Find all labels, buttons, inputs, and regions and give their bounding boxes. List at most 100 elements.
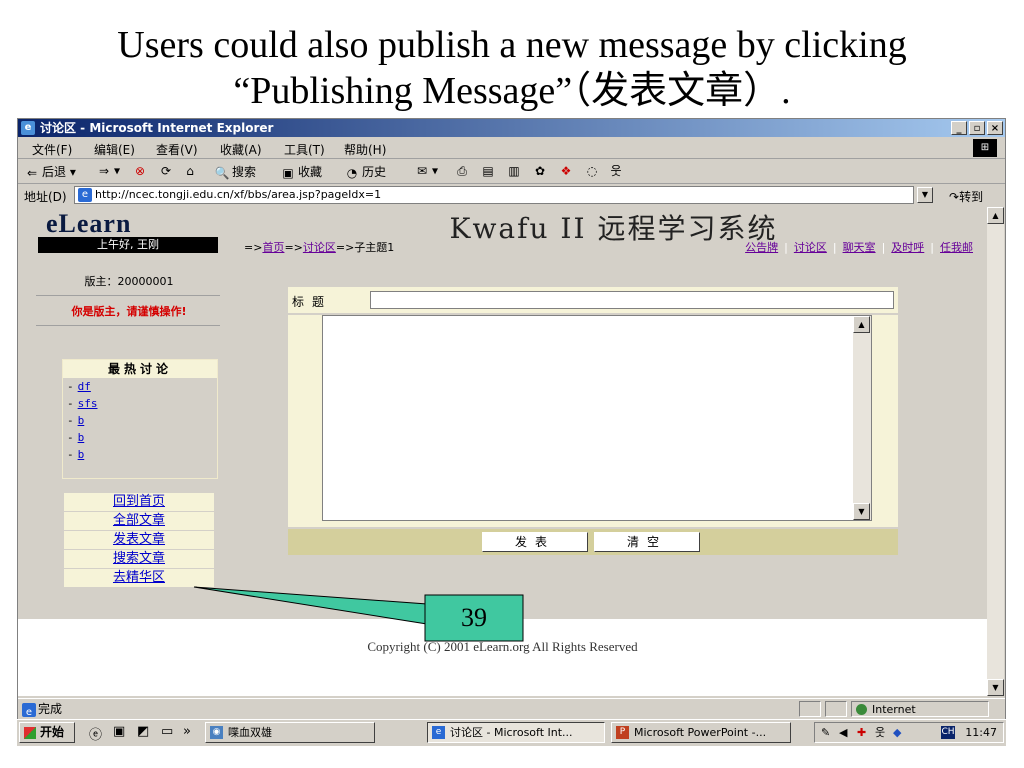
nav-essence-area[interactable]: 去精华区 — [64, 569, 214, 588]
maximize-button[interactable]: ▫ — [969, 121, 985, 135]
ime-indicator[interactable]: CH — [941, 726, 955, 739]
channels-quicklaunch-icon[interactable]: ◩ — [137, 724, 149, 739]
hot-topic-link[interactable]: sfs — [78, 397, 98, 410]
scroll-down-button[interactable]: ▼ — [853, 503, 870, 520]
more-quicklaunch-icon[interactable]: » — [183, 724, 191, 739]
hot-topic-link[interactable]: df — [78, 380, 91, 393]
tray-connection-icon[interactable]: ◆ — [893, 723, 901, 742]
discuss-button[interactable]: ▥ — [506, 163, 524, 179]
tray-network-icon[interactable]: 웃 — [875, 723, 885, 742]
print-button[interactable]: ⎙ — [454, 163, 472, 179]
link-mail[interactable]: 任我邮 — [940, 241, 973, 254]
refresh-icon: ⟳ — [160, 164, 172, 178]
folder-search-icon: ◉ — [210, 726, 223, 739]
breadcrumb-arrow: => — [284, 241, 303, 254]
breadcrumb-prefix: => — [244, 241, 263, 254]
page-scroll-up-button[interactable]: ▲ — [987, 207, 1004, 224]
clear-button[interactable]: 清空 — [594, 532, 700, 552]
forward-arrow-icon: ⇒ — [98, 164, 110, 178]
hot-topic-item: - sfs — [67, 397, 98, 410]
menu-help[interactable]: 帮助(H) — [344, 141, 386, 158]
message-textarea[interactable] — [322, 315, 872, 521]
taskbar-item-ie[interactable]: e 讨论区 - Microsoft Int... — [427, 722, 605, 743]
address-url: http://ncec.tongji.edu.cn/xf/bbs/area.js… — [95, 188, 382, 201]
window-titlebar[interactable]: e 讨论区 - Microsoft Internet Explorer _ ▫ … — [18, 119, 1005, 137]
home-button[interactable]: ⌂ — [182, 163, 200, 179]
volume-icon[interactable]: ◀ — [839, 723, 847, 742]
security-zone: Internet — [851, 701, 989, 717]
page-scrollbar[interactable]: ▲ ▼ — [987, 207, 1004, 696]
textarea-scrollbar[interactable]: ▲ ▼ — [853, 316, 871, 520]
menu-file[interactable]: 文件(F) — [32, 141, 72, 158]
search-icon: 🔍 — [214, 165, 230, 180]
status-panel — [799, 701, 821, 717]
history-icon: ◔ — [346, 165, 358, 180]
search-button[interactable]: 🔍 搜索 — [214, 163, 257, 181]
hot-topic-link[interactable]: b — [78, 431, 85, 444]
menu-view[interactable]: 查看(V) — [156, 141, 198, 158]
task-label: 讨论区 - Microsoft Int... — [450, 726, 573, 739]
hot-topic-link[interactable]: b — [78, 414, 85, 427]
link-bulletin[interactable]: 公告牌 — [745, 241, 778, 254]
standard-toolbar: ⇐ 后退 ▾ ⇒ ▾ ⊗ ⟳ ⌂ 🔍 搜索 ▣ 收藏 ◔ 历史 ✉ ▾ ⎙ ▤ ▥ ✿ ❖ … — [18, 159, 1005, 184]
refresh-button[interactable]: ⟳ — [158, 163, 176, 179]
task-label: Microsoft PowerPoint -... — [634, 726, 767, 739]
top-links: 公告牌 | 讨论区 | 聊天室 | 及时呼 | 任我邮 — [739, 239, 979, 255]
scroll-up-button[interactable]: ▲ — [853, 316, 870, 333]
history-label: 历史 — [362, 165, 387, 179]
forward-button[interactable]: ⇒ ▾ — [96, 163, 120, 179]
start-button[interactable]: 开始 — [19, 722, 75, 743]
chat-button[interactable]: ◌ — [584, 163, 602, 179]
link-chatroom[interactable]: 聊天室 — [843, 241, 876, 254]
ie-quicklaunch-icon[interactable]: ⓔ — [89, 724, 102, 743]
mail-button[interactable]: ✉ ▾ — [414, 163, 438, 179]
menu-favorites[interactable]: 收藏(A) — [220, 141, 262, 158]
user-button[interactable]: 웃 — [608, 163, 626, 179]
windows-taskbar: 开始 ⓔ ▣ ◩ ▭ » ◉ 喋血双雄 e 讨论区 - Microsoft Int.… — [17, 719, 1006, 746]
nav-publish-article[interactable]: 发表文章 — [64, 531, 214, 550]
go-button[interactable]: ↷转到 — [949, 188, 983, 205]
hot-topic-link[interactable]: b — [78, 448, 85, 461]
address-dropdown-button[interactable]: ▼ — [917, 187, 933, 203]
taskbar-item-folder[interactable]: ◉ 喋血双雄 — [205, 722, 375, 743]
link-forum[interactable]: 讨论区 — [794, 241, 827, 254]
desktop-quicklaunch-icon[interactable]: ▭ — [161, 724, 173, 739]
tray-tool-icon[interactable]: ✎ — [821, 723, 830, 742]
go-label: 转到 — [959, 190, 984, 204]
favorites-button[interactable]: ▣ 收藏 — [280, 163, 322, 181]
address-input[interactable]: e http://ncec.tongji.edu.cn/xf/bbs/area.… — [74, 186, 914, 204]
edit-icon: ▤ — [482, 164, 494, 178]
taskbar-item-powerpoint[interactable]: P Microsoft PowerPoint -... — [611, 722, 791, 743]
messenger-button[interactable]: ❖ — [558, 163, 576, 179]
back-button[interactable]: ⇐ 后退 ▾ — [24, 163, 76, 181]
menu-edit[interactable]: 编辑(E) — [94, 141, 135, 158]
nav-home[interactable]: 回到首页 — [64, 493, 214, 512]
title-row: 标题 — [288, 287, 898, 313]
minimize-button[interactable]: _ — [951, 121, 967, 135]
menu-tools[interactable]: 工具(T) — [284, 141, 325, 158]
link-instant-call[interactable]: 及时呼 — [891, 241, 924, 254]
elearn-logo: eLearn — [46, 209, 132, 238]
title-input[interactable] — [370, 291, 894, 309]
research-button[interactable]: ✿ — [532, 163, 550, 179]
divider — [36, 325, 220, 326]
page-icon: e — [78, 188, 92, 202]
stop-button[interactable]: ⊗ — [132, 163, 150, 179]
breadcrumb-home-link[interactable]: 首页 — [262, 241, 284, 254]
history-button[interactable]: ◔ 历史 — [344, 163, 386, 181]
edit-button[interactable]: ▤ — [480, 163, 498, 179]
tray-antivirus-icon[interactable]: ✚ — [857, 723, 866, 742]
sidebar-nav: 回到首页 全部文章 发表文章 搜索文章 去精华区 — [64, 493, 214, 588]
nav-search-articles[interactable]: 搜索文章 — [64, 550, 214, 569]
publish-button[interactable]: 发表 — [482, 532, 588, 552]
nav-all-articles[interactable]: 全部文章 — [64, 512, 214, 531]
hot-topics-box: 最热讨论 - df - sfs -b -b -b — [62, 359, 218, 479]
favorites-folder-icon: ▣ — [282, 165, 294, 180]
address-bar: 地址(D) e http://ncec.tongji.edu.cn/xf/bbs… — [18, 184, 1005, 206]
page-scroll-down-button[interactable]: ▼ — [987, 679, 1004, 696]
breadcrumb-forum-link[interactable]: 讨论区 — [303, 241, 336, 254]
message-body-area: ▲ ▼ — [288, 315, 898, 527]
close-button[interactable]: × — [987, 121, 1003, 135]
outlook-quicklaunch-icon[interactable]: ▣ — [113, 724, 125, 739]
hot-topic-item: -b — [67, 414, 85, 427]
